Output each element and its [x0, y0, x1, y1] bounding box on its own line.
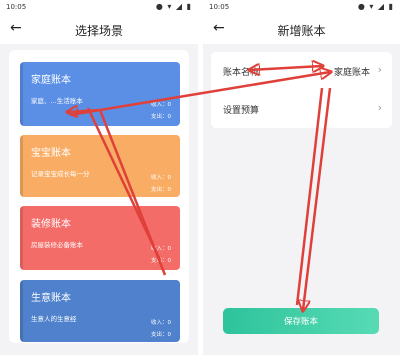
page-title: 选择场景 — [74, 24, 123, 38]
status-icons: ● ▾ ◢ ▮ — [357, 2, 394, 11]
scene-card-family[interactable]: 家庭账本 家庭、...生活账本 收入：0 支出：0 — [20, 62, 180, 126]
scene-card-renovation[interactable]: 装修账本 房屋装修必备账本 收入：0 支出：0 — [20, 206, 180, 270]
scene-expense: 支出：0 — [151, 114, 171, 120]
header: ← 新增账本 — [203, 14, 400, 44]
scene-name: 生意账本 — [31, 293, 71, 304]
new-ledger-screen: 10:05 ● ▾ ◢ ▮ ← 新增账本 账本名称 家庭账本 › 设置预算 › … — [203, 0, 400, 355]
scene-income: 收入：0 — [151, 320, 171, 326]
scene-card-baby[interactable]: 宝宝账本 记录宝宝成长每一分 收入：0 支出：0 — [20, 135, 180, 197]
scene-card-business[interactable]: 生意账本 生意人的生意经 收入：0 支出：0 — [20, 280, 180, 342]
budget-row[interactable]: 设置预算 › — [211, 90, 392, 128]
status-time: 10:05 — [6, 3, 27, 11]
save-ledger-button[interactable]: 保存账本 — [223, 308, 379, 334]
scene-name: 装修账本 — [31, 219, 71, 230]
budget-label: 设置预算 — [223, 106, 260, 116]
scene-income: 收入：0 — [151, 102, 171, 108]
status-time: 10:05 — [209, 3, 230, 11]
scene-selection-screen: 10:05 ● ▾ ◢ ▮ ← 选择场景 家庭账本 家庭、...生活账本 收入：… — [0, 0, 198, 355]
scene-income: 收入：0 — [151, 246, 171, 252]
chevron-right-icon: › — [377, 63, 382, 76]
scene-desc: 记录宝宝成长每一分 — [31, 170, 90, 178]
ledger-name-label: 账本名称 — [223, 68, 260, 78]
ledger-name-value: 家庭账本 — [333, 68, 370, 78]
scene-income: 收入：0 — [151, 175, 171, 181]
ledger-form: 账本名称 家庭账本 › 设置预算 › — [211, 52, 392, 128]
scene-expense: 支出：0 — [151, 258, 171, 264]
scene-name: 家庭账本 — [31, 75, 71, 86]
header: ← 选择场景 — [0, 14, 198, 44]
card-stripe — [20, 62, 23, 126]
scene-desc: 家庭、...生活账本 — [31, 97, 83, 105]
status-icons: ● ▾ ◢ ▮ — [155, 2, 192, 11]
card-stripe — [20, 280, 23, 342]
page-title: 新增账本 — [277, 24, 326, 38]
status-bar: 10:05 ● ▾ ◢ ▮ — [0, 0, 198, 14]
status-bar: 10:05 ● ▾ ◢ ▮ — [203, 0, 400, 14]
scene-name: 宝宝账本 — [31, 148, 71, 159]
chevron-right-icon: › — [377, 101, 382, 114]
scene-desc: 房屋装修必备账本 — [31, 241, 83, 249]
card-stripe — [20, 206, 23, 270]
scene-desc: 生意人的生意经 — [31, 315, 77, 323]
scene-expense: 支出：0 — [151, 187, 171, 193]
ledger-name-row[interactable]: 账本名称 家庭账本 › — [211, 52, 392, 90]
card-stripe — [20, 135, 23, 197]
scene-expense: 支出：0 — [151, 332, 171, 338]
